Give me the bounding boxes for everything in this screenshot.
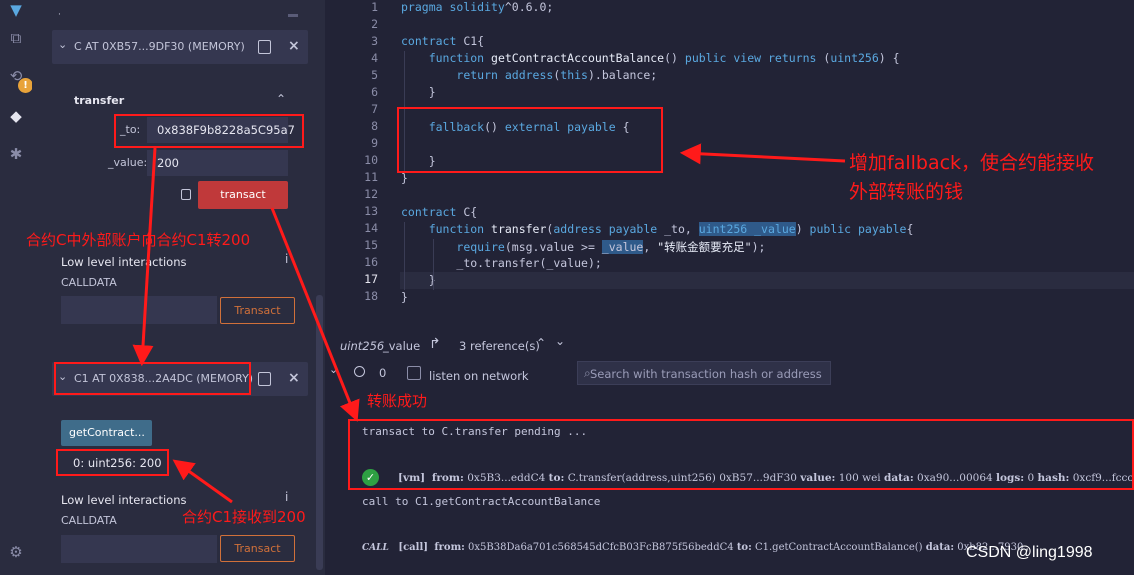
annotation-arrows: [132, 143, 846, 504]
annotation-fallback-2: 外部转账的钱: [849, 181, 964, 203]
arrow-to-c1: [132, 147, 157, 367]
csdn-watermark: CSDN @ling1998: [966, 544, 1093, 561]
arrow-to-result: [172, 459, 233, 504]
annotation-received: 合约C1接收到200: [182, 508, 306, 526]
annotation-fallback-1: 增加fallback，使合约能接收: [849, 152, 1095, 174]
arrow-fallback: [679, 143, 846, 165]
annotation-transfer: 合约C中外部账户向合约C1转200: [26, 231, 251, 249]
arrow-to-log: [270, 207, 360, 422]
annotation-success: 转账成功: [367, 392, 428, 410]
